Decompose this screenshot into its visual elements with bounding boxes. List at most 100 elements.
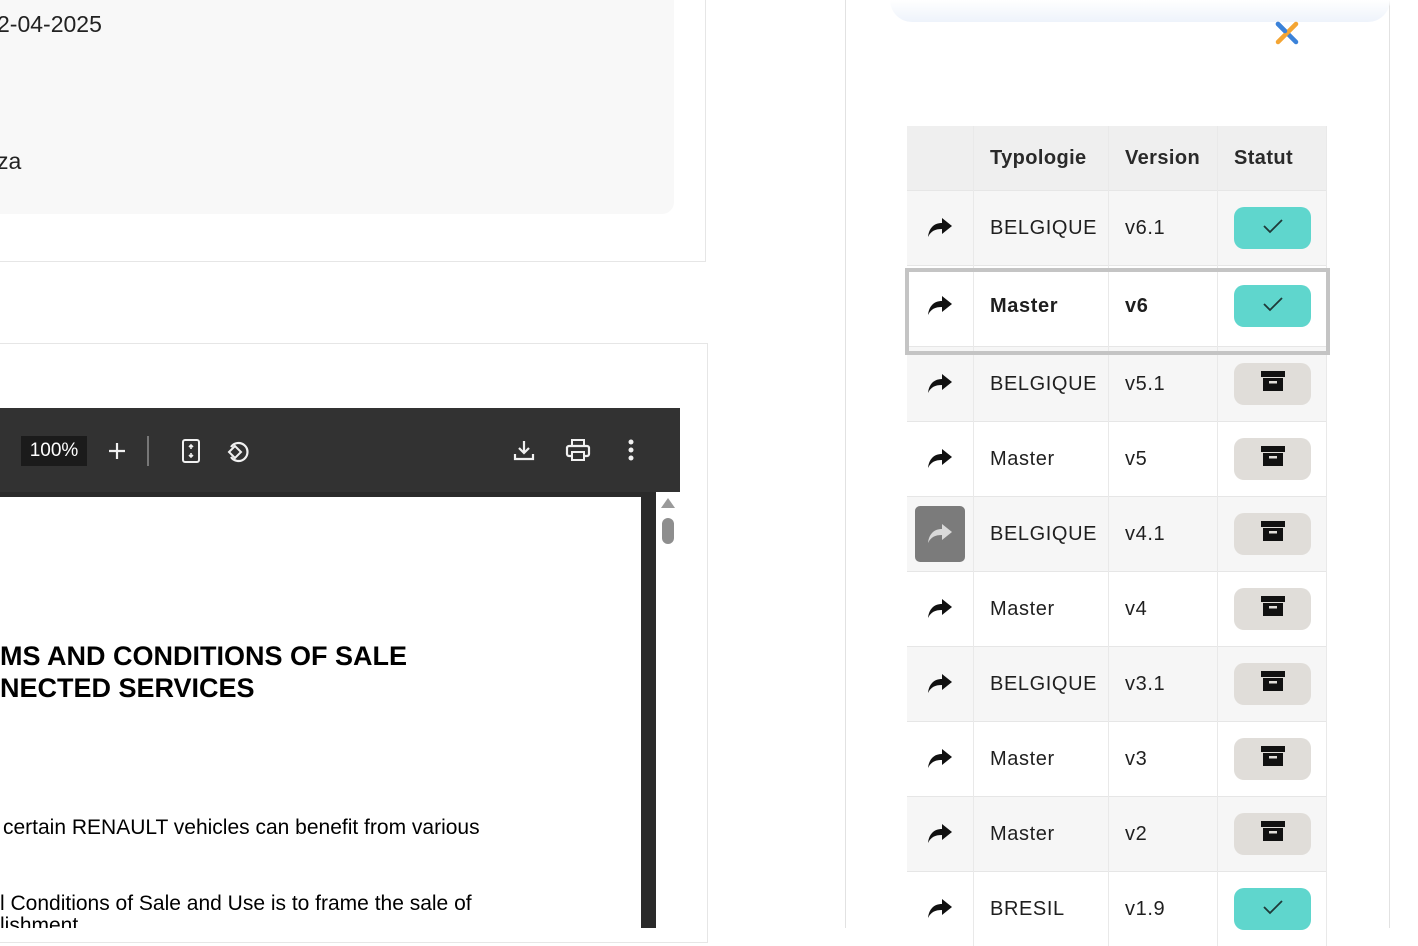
pdf-heading-line: NECTED SERVICES bbox=[0, 673, 255, 704]
version-cell: v5 bbox=[1109, 422, 1218, 497]
archive-box-icon bbox=[1260, 520, 1286, 548]
archive-box-icon bbox=[1260, 745, 1286, 773]
print-icon[interactable] bbox=[564, 437, 592, 463]
column-header-typology[interactable]: Typologie bbox=[974, 126, 1109, 191]
status-archived-button[interactable] bbox=[1234, 363, 1311, 405]
close-icon[interactable] bbox=[1272, 18, 1302, 48]
check-icon bbox=[1262, 216, 1284, 240]
row-action-cell bbox=[907, 191, 974, 266]
status-cell bbox=[1218, 347, 1327, 422]
table-row[interactable]: BRESILv1.9 bbox=[907, 872, 1327, 946]
share-forward-arrow-icon[interactable] bbox=[915, 278, 965, 334]
pdf-body-line: lishment bbox=[0, 914, 78, 928]
status-cell bbox=[1218, 572, 1327, 647]
table-row[interactable]: BELGIQUEv4.1 bbox=[907, 497, 1327, 572]
scrollbar-thumb[interactable] bbox=[662, 518, 674, 544]
archive-box-icon bbox=[1260, 595, 1286, 623]
table-row[interactable]: BELGIQUEv3.1 bbox=[907, 647, 1327, 722]
column-header-status[interactable]: Statut bbox=[1218, 126, 1327, 191]
info-card: 2-04-2025 za bbox=[0, 0, 706, 262]
version-cell: v6 bbox=[1109, 266, 1218, 347]
status-cell bbox=[1218, 191, 1327, 266]
status-active-button[interactable] bbox=[1234, 285, 1311, 327]
version-cell: v3.1 bbox=[1109, 647, 1218, 722]
share-forward-arrow-icon[interactable] bbox=[915, 506, 965, 562]
typology-cell: Master bbox=[974, 797, 1109, 872]
status-archived-button[interactable] bbox=[1234, 513, 1311, 555]
versions-table: Typologie Version Statut BELGIQUEv6.1Mas… bbox=[907, 126, 1327, 946]
version-cell: v6.1 bbox=[1109, 191, 1218, 266]
archive-box-icon bbox=[1260, 445, 1286, 473]
pdf-scrollbar[interactable] bbox=[656, 492, 680, 928]
row-action-cell bbox=[907, 497, 974, 572]
toolbar-divider bbox=[147, 436, 149, 466]
status-archived-button[interactable] bbox=[1234, 588, 1311, 630]
share-forward-arrow-icon[interactable] bbox=[915, 200, 965, 256]
status-cell bbox=[1218, 266, 1327, 347]
version-cell: v2 bbox=[1109, 797, 1218, 872]
version-cell: v1.9 bbox=[1109, 872, 1218, 946]
table-row[interactable]: Masterv4 bbox=[907, 572, 1327, 647]
table-row[interactable]: Masterv3 bbox=[907, 722, 1327, 797]
zoom-level-input[interactable]: 100% bbox=[21, 436, 87, 466]
status-archived-button[interactable] bbox=[1234, 813, 1311, 855]
share-forward-arrow-icon[interactable] bbox=[915, 356, 965, 412]
row-action-cell bbox=[907, 572, 974, 647]
pdf-toolbar: 100% bbox=[0, 408, 680, 492]
table-row[interactable]: BELGIQUEv5.1 bbox=[907, 347, 1327, 422]
scroll-up-arrow-icon[interactable] bbox=[661, 498, 675, 508]
name-value: za bbox=[0, 148, 21, 175]
table-row[interactable]: BELGIQUEv6.1 bbox=[907, 191, 1327, 266]
status-cell bbox=[1218, 422, 1327, 497]
table-row[interactable]: Masterv5 bbox=[907, 422, 1327, 497]
status-archived-button[interactable] bbox=[1234, 438, 1311, 480]
zoom-in-icon[interactable] bbox=[104, 438, 130, 464]
share-forward-arrow-icon[interactable] bbox=[915, 731, 965, 787]
table-row[interactable]: Masterv6 bbox=[907, 266, 1327, 347]
row-action-cell bbox=[907, 266, 974, 347]
check-icon bbox=[1262, 294, 1284, 318]
status-archived-button[interactable] bbox=[1234, 738, 1311, 780]
version-cell: v4.1 bbox=[1109, 497, 1218, 572]
share-forward-arrow-icon[interactable] bbox=[915, 806, 965, 862]
panel-header-shadow bbox=[890, 0, 1390, 22]
typology-cell: Master bbox=[974, 572, 1109, 647]
version-cell: v3 bbox=[1109, 722, 1218, 797]
row-action-cell bbox=[907, 422, 974, 497]
version-cell: v5.1 bbox=[1109, 347, 1218, 422]
version-cell: v4 bbox=[1109, 572, 1218, 647]
status-cell bbox=[1218, 797, 1327, 872]
status-cell bbox=[1218, 497, 1327, 572]
status-archived-button[interactable] bbox=[1234, 663, 1311, 705]
column-header-version[interactable]: Version bbox=[1109, 126, 1218, 191]
share-forward-arrow-icon[interactable] bbox=[915, 581, 965, 637]
fit-page-icon[interactable] bbox=[178, 437, 204, 465]
download-icon[interactable] bbox=[511, 437, 537, 463]
share-forward-arrow-icon[interactable] bbox=[915, 656, 965, 712]
row-action-cell bbox=[907, 797, 974, 872]
pdf-body-line: l Conditions of Sale and Use is to frame… bbox=[0, 892, 472, 916]
more-options-icon[interactable] bbox=[621, 437, 641, 463]
pdf-page: MS AND CONDITIONS OF SALE NECTED SERVICE… bbox=[0, 497, 641, 928]
status-cell bbox=[1218, 872, 1327, 946]
typology-cell: BRESIL bbox=[974, 872, 1109, 946]
rotate-icon[interactable] bbox=[224, 437, 252, 465]
column-header-action bbox=[907, 126, 974, 191]
typology-cell: BELGIQUE bbox=[974, 347, 1109, 422]
typology-cell: Master bbox=[974, 266, 1109, 347]
info-card-body: 2-04-2025 za bbox=[0, 0, 674, 214]
share-forward-arrow-icon[interactable] bbox=[915, 431, 965, 487]
status-active-button[interactable] bbox=[1234, 207, 1311, 249]
status-cell bbox=[1218, 722, 1327, 797]
archive-box-icon bbox=[1260, 370, 1286, 398]
archive-box-icon bbox=[1260, 820, 1286, 848]
archive-box-icon bbox=[1260, 670, 1286, 698]
share-forward-arrow-icon[interactable] bbox=[915, 881, 965, 937]
date-value: 2-04-2025 bbox=[0, 11, 102, 38]
typology-cell: Master bbox=[974, 722, 1109, 797]
row-action-cell bbox=[907, 647, 974, 722]
status-active-button[interactable] bbox=[1234, 888, 1311, 930]
check-icon bbox=[1262, 897, 1284, 921]
table-row[interactable]: Masterv2 bbox=[907, 797, 1327, 872]
table-header-row: Typologie Version Statut bbox=[907, 126, 1327, 191]
